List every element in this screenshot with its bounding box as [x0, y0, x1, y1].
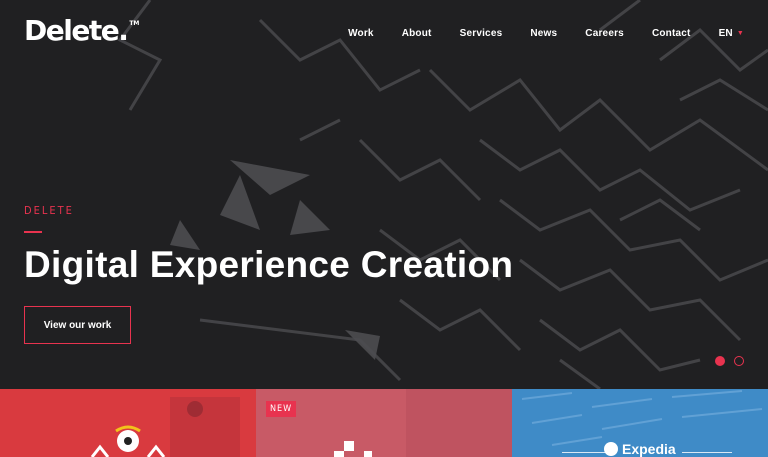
language-selector[interactable]: EN ▼: [719, 28, 744, 39]
hero-headline: Digital Experience Creation: [24, 244, 514, 285]
tile-football-club[interactable]: [0, 389, 256, 457]
globe-icon: [604, 442, 618, 456]
slider-pagination: [715, 356, 744, 366]
university-logo-icon: [334, 389, 512, 457]
nav-item-work[interactable]: Work: [348, 28, 374, 39]
view-our-work-button[interactable]: View our work: [24, 306, 131, 344]
featured-work-tiles: NEW Expedia: [0, 389, 768, 457]
nav-item-services[interactable]: Services: [460, 28, 503, 39]
nav-item-news[interactable]: News: [530, 28, 557, 39]
expedia-logo: Expedia: [604, 441, 676, 457]
logo-text: Delete.: [24, 14, 129, 47]
football-crest-icon: [90, 397, 240, 457]
tile-university[interactable]: NEW: [256, 389, 512, 457]
nav-item-careers[interactable]: Careers: [585, 28, 624, 39]
nav-item-about[interactable]: About: [402, 28, 432, 39]
logo[interactable]: Delete. TM: [24, 14, 139, 47]
main-nav: Work About Services News Careers Contact…: [348, 28, 744, 39]
nav-item-contact[interactable]: Contact: [652, 28, 691, 39]
new-badge: NEW: [266, 401, 297, 417]
hero-eyebrow: DELETE: [24, 204, 74, 217]
tile-expedia[interactable]: Expedia: [512, 389, 768, 457]
slider-dot-1[interactable]: [715, 356, 725, 366]
divider-right: [682, 452, 732, 453]
expedia-logo-text: Expedia: [622, 441, 676, 457]
eyebrow-divider: [24, 231, 42, 233]
slider-dot-2[interactable]: [734, 356, 744, 366]
language-label: EN: [718, 28, 733, 39]
trademark-mark: TM: [129, 20, 140, 27]
hero-banner: Delete. TM Work About Services News Caree…: [0, 0, 768, 389]
chevron-down-icon: ▼: [736, 30, 744, 37]
